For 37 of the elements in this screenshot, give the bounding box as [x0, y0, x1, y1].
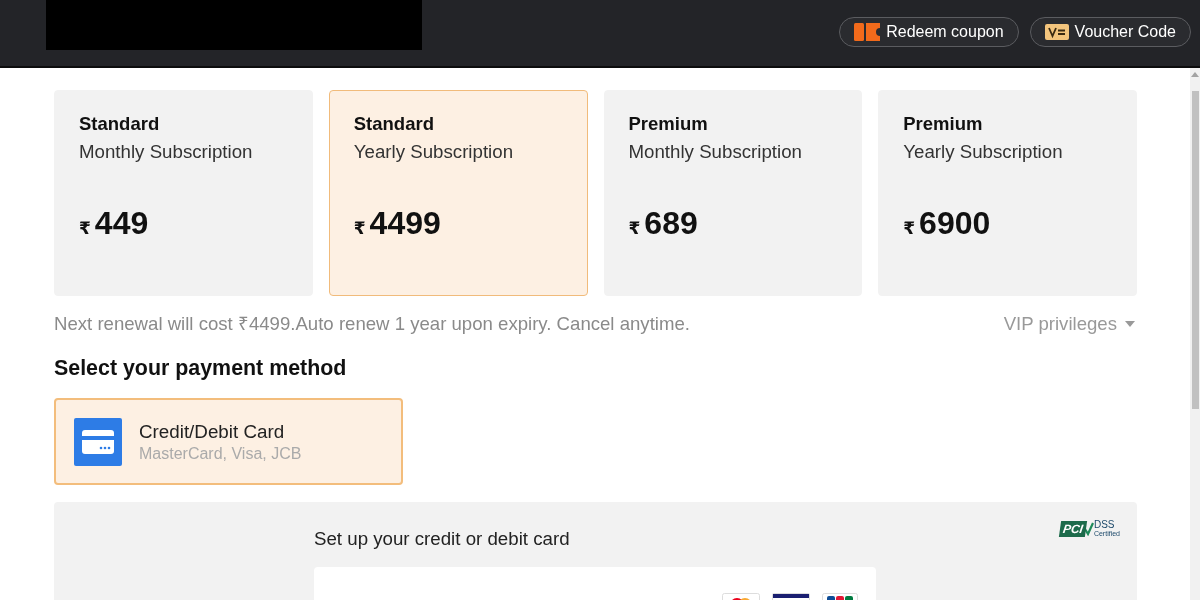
voucher-code-button[interactable]: Voucher Code [1029, 17, 1191, 47]
plan-price: 449 [94, 205, 149, 241]
check-icon [1083, 522, 1094, 536]
pci-label: DSS [1093, 520, 1116, 529]
plan-card[interactable]: Premium Monthly Subscription ₹689 [603, 90, 863, 296]
form-heading: Set up your credit or debit card [314, 528, 570, 550]
plan-name: Premium [628, 113, 708, 135]
payment-method-option[interactable]: Credit/Debit Card MasterCard, Visa, JCB [54, 398, 403, 485]
method-subtitle: MasterCard, Visa, JCB [139, 443, 302, 463]
pci-mark: PCI [1058, 521, 1088, 537]
plan-price: 689 [644, 205, 698, 241]
plan-card[interactable]: Premium Yearly Subscription ₹6900 [878, 90, 1137, 296]
method-title: Credit/Debit Card [139, 420, 285, 443]
plan-period: Monthly Subscription [628, 141, 802, 163]
plan-name: Standard [353, 113, 434, 135]
currency-symbol: ₹ [353, 217, 366, 240]
section-heading: Select your payment method [54, 356, 347, 381]
credit-card-icon [74, 417, 122, 466]
plan-period: Monthly Subscription [79, 141, 253, 163]
currency-symbol: ₹ [903, 217, 916, 240]
plan-price: 6900 [919, 205, 991, 241]
caret-icon [1125, 320, 1135, 327]
currency-symbol: ₹ [628, 217, 641, 240]
plan-period: Yearly Subscription [353, 141, 514, 163]
plan-card[interactable]: Standard Monthly Subscription ₹449 [54, 90, 313, 296]
plan-name: Standard [79, 113, 160, 135]
plan-card[interactable]: Standard Yearly Subscription ₹4499 [328, 90, 588, 296]
plan-price: 4499 [369, 205, 441, 241]
voucher-icon [1044, 24, 1069, 40]
ticket-icon [854, 23, 881, 41]
scrollbar-thumb[interactable] [1191, 91, 1199, 409]
redeem-coupon-button[interactable]: Redeem coupon [839, 17, 1019, 47]
currency-symbol: ₹ [79, 217, 91, 240]
plan-name: Premium [903, 113, 983, 135]
scroll-up-arrow-icon[interactable] [1191, 72, 1199, 77]
renewal-note: Next renewal will cost ₹4499.Auto renew 1 year upon expiry. Cancel anytime. [54, 313, 690, 334]
plan-period: Yearly Subscription [903, 141, 1063, 163]
